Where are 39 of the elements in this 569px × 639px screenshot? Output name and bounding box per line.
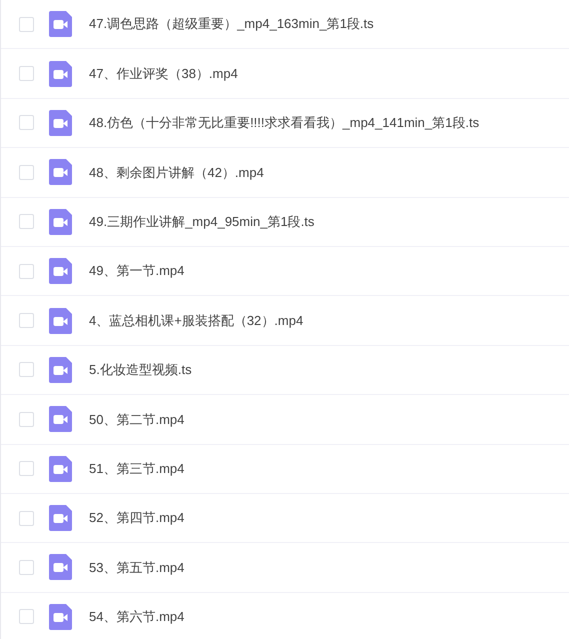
video-file-icon — [49, 159, 72, 186]
video-file-icon — [49, 554, 72, 580]
file-name[interactable]: 53、第五节.mp4 — [89, 558, 184, 578]
file-name[interactable]: 51、第三节.mp4 — [89, 458, 184, 478]
file-name[interactable]: 5.化妆造型视频.ts — [89, 360, 192, 380]
file-name[interactable]: 49.三期作业讲解_mp4_95min_第1段.ts — [89, 212, 314, 232]
video-file-icon — [49, 505, 72, 532]
file-name[interactable]: 47、作业评奖（38）.mp4 — [89, 64, 238, 84]
checkbox[interactable] — [19, 412, 34, 427]
file-name[interactable]: 48.仿色（十分非常无比重要!!!!求求看看我）_mp4_141min_第1段.ts — [89, 113, 480, 133]
checkbox[interactable] — [19, 313, 34, 328]
checkbox[interactable] — [19, 264, 34, 279]
checkbox[interactable] — [19, 115, 34, 130]
file-name[interactable]: 4、蓝总相机课+服装搭配（32）.mp4 — [89, 310, 304, 330]
checkbox[interactable] — [19, 510, 34, 526]
checkbox[interactable] — [19, 362, 34, 378]
file-name[interactable]: 48、剩余图片讲解（42）.mp4 — [89, 162, 264, 182]
file-name[interactable]: 52、第四节.mp4 — [89, 508, 184, 528]
video-file-icon — [49, 258, 72, 284]
checkbox[interactable] — [19, 560, 34, 575]
video-file-icon — [49, 604, 72, 630]
checkbox[interactable] — [19, 66, 34, 82]
checkbox[interactable] — [19, 461, 34, 476]
checkbox[interactable] — [19, 16, 34, 32]
video-file-icon — [49, 308, 72, 334]
file-name[interactable]: 47.调色思路（超级重要）_mp4_163min_第1段.ts — [89, 14, 374, 34]
video-file-icon — [49, 11, 72, 38]
video-file-icon — [49, 456, 72, 482]
checkbox[interactable] — [19, 609, 34, 624]
video-file-icon — [49, 406, 72, 432]
checkbox[interactable] — [19, 214, 34, 230]
video-file-icon — [49, 356, 72, 383]
file-name[interactable]: 49、第一节.mp4 — [89, 261, 184, 281]
checkbox[interactable] — [19, 164, 34, 180]
video-file-icon — [49, 60, 72, 87]
video-file-icon — [49, 208, 72, 235]
video-file-icon — [49, 110, 72, 136]
file-name[interactable]: 54、第六节.mp4 — [89, 607, 184, 627]
file-name[interactable]: 50、第二节.mp4 — [89, 410, 184, 430]
